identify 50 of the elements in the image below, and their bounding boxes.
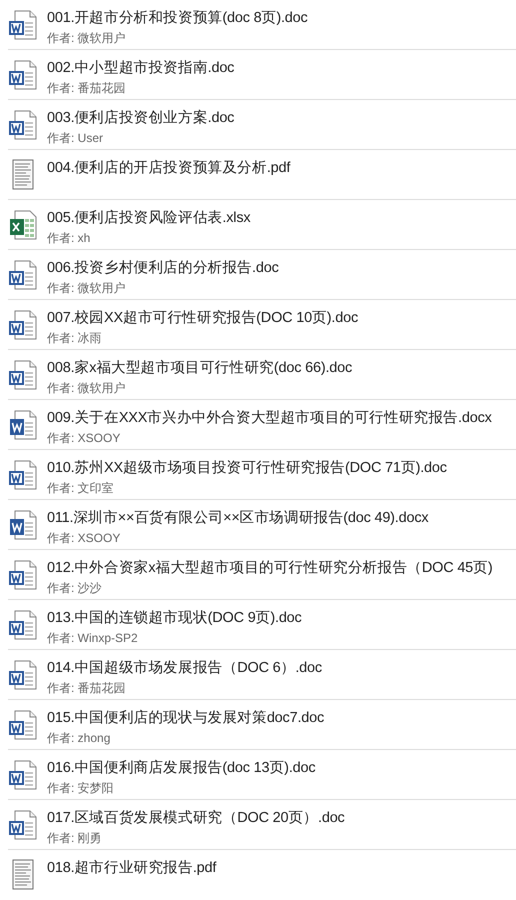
author-text: 作者: XSOOY [47, 430, 122, 446]
word-document-icon [8, 509, 38, 541]
author-text: 作者: 文印室 [47, 480, 115, 496]
file-link[interactable]: 005.便利店投资风险评估表.xlsx [47, 208, 250, 228]
author-text: 作者: User [47, 130, 104, 146]
author-text: 作者: XSOOY [47, 530, 122, 546]
author-text: 作者: 微软用户 [47, 30, 127, 46]
author-text: 作者: 刚勇 [47, 830, 103, 846]
word-document-icon [8, 9, 38, 41]
file-link[interactable]: 001.开超市分析和投资预算(doc 8页).doc [47, 8, 308, 28]
author-text: 作者: 沙沙 [47, 580, 103, 596]
file-link[interactable]: 004.便利店的开店投资预算及分析.pdf [47, 158, 290, 178]
word-document-icon [8, 109, 38, 141]
author-text: 作者: 微软用户 [47, 280, 127, 296]
word-document-icon [8, 409, 38, 441]
word-document-icon [8, 459, 38, 491]
file-link[interactable]: 011.深圳市××百货有限公司××区市场调研报告(doc 49).docx [47, 508, 428, 528]
author-text: 作者: 微软用户 [47, 380, 127, 396]
file-link[interactable]: 018.超市行业研究报告.pdf [47, 858, 216, 878]
word-document-icon [8, 659, 38, 691]
file-link[interactable]: 015.中国便利店的现状与发展对策doc7.doc [47, 708, 324, 728]
word-document-icon [8, 559, 38, 591]
word-document-icon [8, 759, 38, 791]
file-link[interactable]: 002.中小型超市投资指南.doc [47, 58, 234, 78]
file-link[interactable]: 017.区域百货发展模式研究（DOC 20页）.doc [47, 808, 345, 828]
word-document-icon [8, 809, 38, 841]
file-link[interactable]: 012.中外合资家x福大型超市项目的可行性研究分析报告（DOC 45页) [47, 558, 492, 578]
author-text: 作者: zhong [47, 730, 112, 746]
file-link[interactable]: 008.家x福大型超市项目可行性研究(doc 66).doc [47, 358, 352, 378]
author-text: 作者: 安梦阳 [47, 780, 115, 796]
file-link[interactable]: 006.投资乡村便利店的分析报告.doc [47, 258, 279, 278]
file-link[interactable]: 007.校园XX超市可行性研究报告(DOC 10页).doc [47, 308, 358, 328]
file-link[interactable]: 013.中国的连锁超市现状(DOC 9页).doc [47, 608, 302, 628]
author-text: 作者: Winxp-SP2 [47, 630, 139, 646]
file-link[interactable]: 003.便利店投资创业方案.doc [47, 108, 234, 128]
file-link[interactable]: 010.苏州XX超级市场项目投资可行性研究报告(DOC 71页).doc [47, 458, 447, 478]
word-document-icon [8, 259, 38, 291]
author-text: 作者: 番茄花园 [47, 680, 127, 696]
word-document-icon [8, 359, 38, 391]
author-text: 作者: 冰雨 [47, 330, 103, 346]
spreadsheet-icon [8, 209, 38, 241]
author-text: 作者: xh [47, 230, 92, 246]
word-document-icon [8, 609, 38, 641]
author-text: 作者: 番茄花园 [47, 80, 127, 96]
file-link[interactable]: 016.中国便利商店发展报告(doc 13页).doc [47, 758, 316, 778]
word-document-icon [8, 709, 38, 741]
word-document-icon [8, 309, 38, 341]
file-link[interactable]: 014.中国超级市场发展报告（DOC 6）.doc [47, 658, 322, 678]
file-link[interactable]: 009.关于在XXX市兴办中外合资大型超市项目的可行性研究报告.docx [47, 408, 492, 428]
word-document-icon [8, 59, 38, 91]
